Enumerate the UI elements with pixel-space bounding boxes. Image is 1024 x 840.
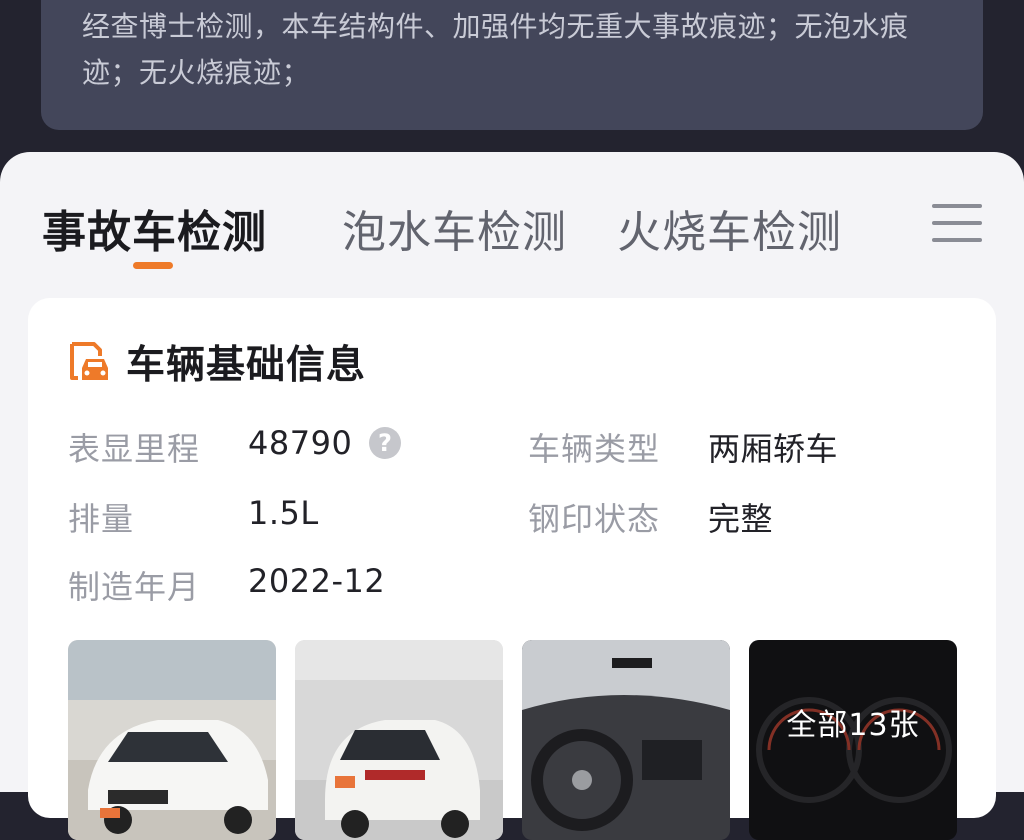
vehicle-type-label: 车辆类型 (528, 430, 661, 468)
tab-flood-check[interactable]: 泡水车检测 (342, 196, 567, 260)
vehicle-photo-front[interactable] (68, 640, 276, 840)
vehicle-type-value: 两厢轿车 (708, 430, 839, 468)
inspection-summary-text: 经查博士检测，本车结构件、加强件均无重大事故痕迹；无泡水痕迹；无火烧痕迹； (82, 10, 909, 89)
active-tab-indicator (133, 262, 173, 269)
inspection-sheet: 事故车检测 泡水车检测 火烧车检测 车辆基础信息 表显里程 48790 ? 车辆… (0, 152, 1024, 840)
tab-accident-check[interactable]: 事故车检测 (42, 196, 267, 260)
displacement-label: 排量 (68, 500, 135, 538)
card-title: 车辆基础信息 (126, 343, 367, 388)
mileage-value: 48790 (248, 424, 353, 462)
manufacture-date-label: 制造年月 (68, 568, 201, 606)
car-document-icon (70, 342, 108, 380)
vehicle-photo-dashboard[interactable]: 全部13张 (749, 640, 957, 840)
manufacture-date-value: 2022-12 (248, 562, 386, 600)
help-icon[interactable]: ? (369, 427, 401, 459)
mileage-label: 表显里程 (68, 430, 201, 468)
vehicle-photo-interior[interactable] (522, 640, 730, 840)
all-photos-count[interactable]: 全部13张 (749, 700, 957, 744)
stamp-status-label: 钢印状态 (528, 500, 661, 538)
vehicle-basic-info-card: 车辆基础信息 表显里程 48790 ? 车辆类型 两厢轿车 排量 1.5L 钢印… (28, 298, 996, 840)
stamp-status-value: 完整 (708, 500, 774, 538)
menu-icon[interactable] (932, 202, 982, 244)
tab-fire-check[interactable]: 火烧车检测 (617, 196, 842, 260)
vehicle-photo-rear[interactable] (295, 640, 503, 840)
displacement-value: 1.5L (248, 494, 319, 532)
inspection-tabs: 事故车检测 泡水车检测 火烧车检测 (0, 152, 1024, 292)
